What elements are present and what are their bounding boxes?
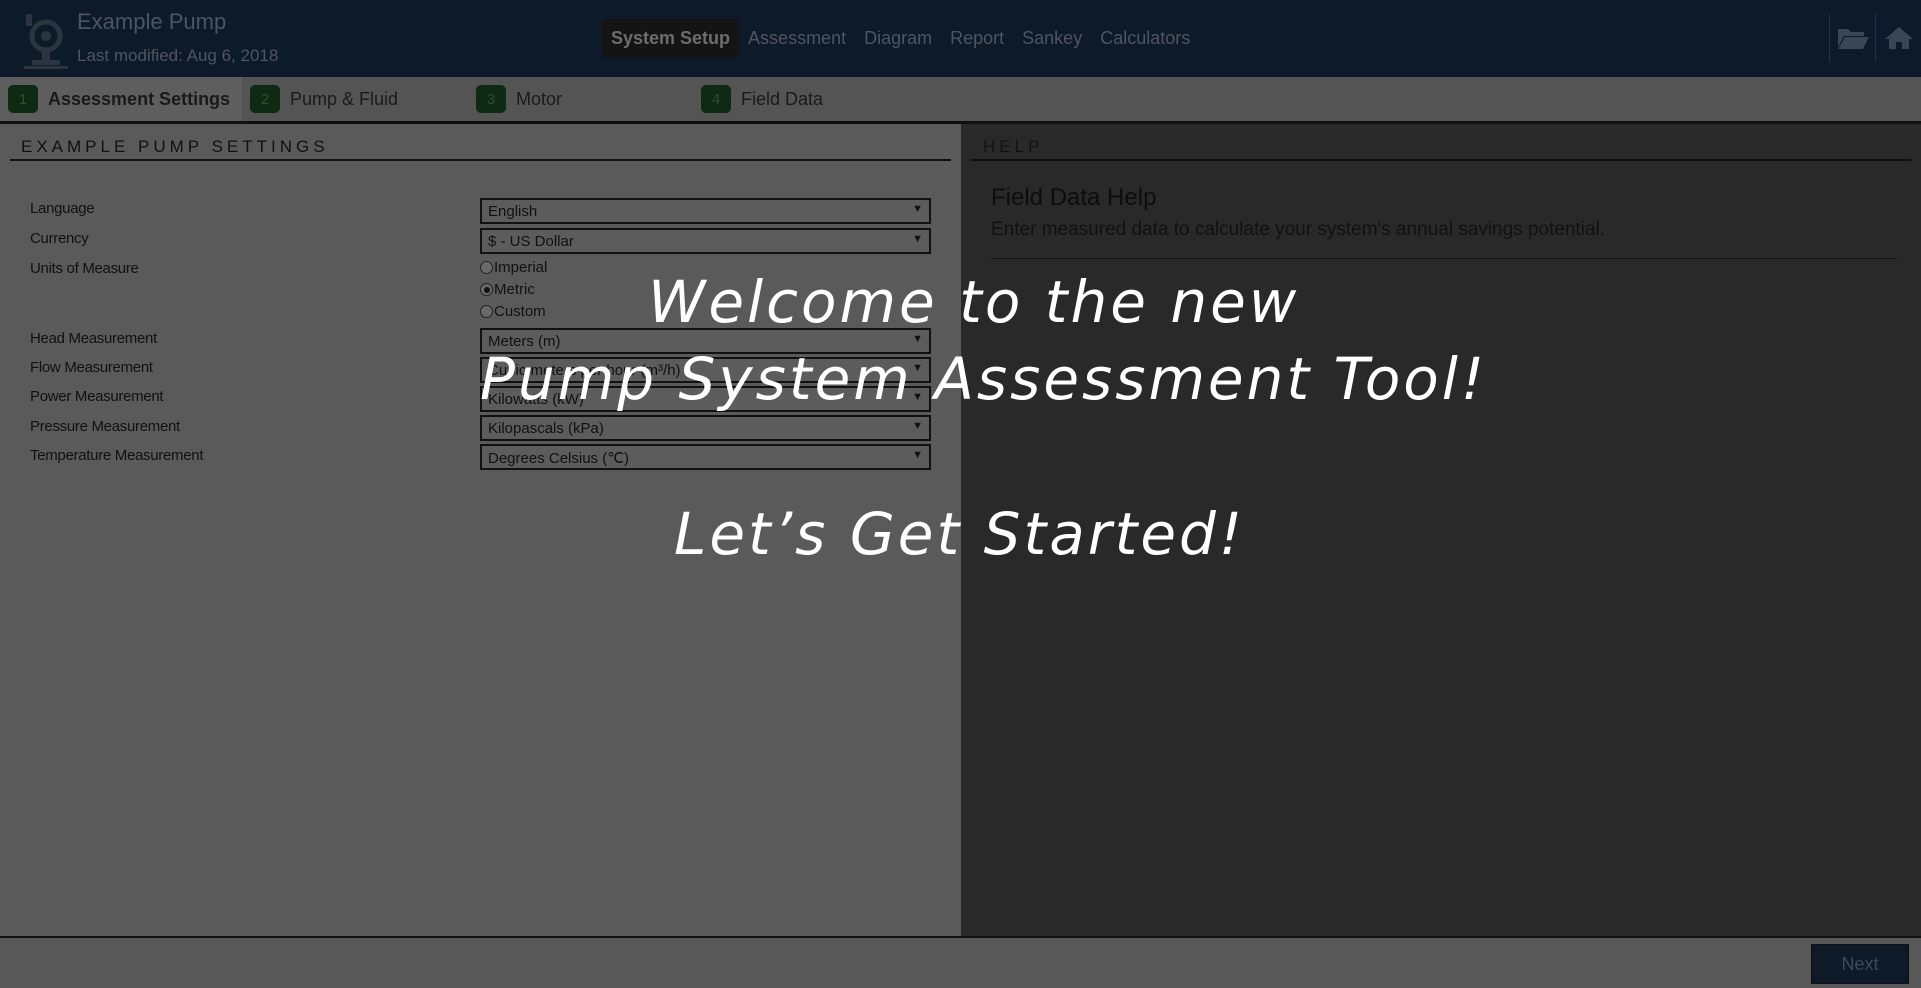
dropdown-arrow-icon: ▼ (912, 233, 923, 245)
dropdown-arrow-icon: ▼ (912, 203, 923, 215)
last-modified-text: Last modified: Aug 6, 2018 (77, 46, 279, 65)
pressure-select[interactable]: Kilopascals (kPa) ▼ (480, 415, 931, 441)
radio-label: Custom (494, 303, 546, 320)
header-actions (1829, 14, 1921, 62)
language-value: English (488, 203, 538, 220)
nav-system-setup[interactable]: System Setup (602, 19, 740, 57)
next-button[interactable]: Next (1811, 944, 1909, 984)
main-nav: System Setup Assessment Diagram Report S… (602, 19, 1199, 57)
power-value: Kilowatts (kW) (488, 391, 584, 408)
dropdown-arrow-icon: ▼ (912, 362, 923, 374)
settings-panel: EXAMPLE PUMP SETTINGS Language English ▼… (0, 124, 961, 936)
help-divider (991, 258, 1897, 259)
nav-calculators[interactable]: Calculators (1091, 19, 1199, 57)
radio-custom[interactable] (480, 305, 493, 318)
flow-select[interactable]: Cubic meters per hour (m³/h) ▼ (480, 357, 931, 383)
head-value: Meters (m) (488, 333, 561, 350)
pressure-value: Kilopascals (kPa) (488, 420, 604, 437)
step-label: Field Data (741, 88, 824, 109)
units-option-imperial[interactable]: Imperial (480, 259, 547, 276)
app-header: Example Pump Last modified: Aug 6, 2018 … (0, 0, 1921, 77)
language-select[interactable]: English ▼ (480, 198, 931, 224)
step-number: 2 (250, 85, 280, 113)
head-label: Head Measurement (30, 330, 157, 347)
head-select[interactable]: Meters (m) ▼ (480, 328, 931, 354)
home-icon[interactable] (1875, 14, 1921, 62)
currency-select[interactable]: $ - US Dollar ▼ (480, 228, 931, 254)
temperature-label: Temperature Measurement (30, 447, 204, 464)
step-number: 3 (476, 85, 506, 113)
assessment-title: Example Pump (77, 9, 227, 34)
step-assessment-settings[interactable]: 1 Assessment Settings (0, 77, 242, 121)
step-label: Motor (516, 88, 563, 109)
dropdown-arrow-icon: ▼ (912, 449, 923, 461)
flow-value: Cubic meters per hour (m³/h) (488, 362, 681, 379)
help-panel: HELP Field Data Help Enter measured data… (961, 124, 1921, 936)
folder-open-icon[interactable] (1829, 14, 1875, 62)
step-field-data[interactable]: 4 Field Data (701, 77, 921, 121)
dropdown-arrow-icon: ▼ (912, 391, 923, 403)
step-motor[interactable]: 3 Motor (476, 77, 696, 121)
nav-sankey[interactable]: Sankey (1013, 19, 1091, 57)
step-label: Pump & Fluid (290, 88, 399, 109)
nav-diagram[interactable]: Diagram (855, 19, 941, 57)
help-title: Field Data Help (991, 184, 1157, 211)
dropdown-arrow-icon: ▼ (912, 333, 923, 345)
help-text: Enter measured data to calculate your sy… (991, 219, 1606, 240)
settings-heading: EXAMPLE PUMP SETTINGS (21, 137, 329, 156)
radio-imperial[interactable] (480, 261, 493, 274)
currency-value: $ - US Dollar (488, 233, 574, 250)
step-number: 4 (701, 85, 731, 113)
temperature-select[interactable]: Degrees Celsius (℃) ▼ (480, 444, 931, 470)
radio-metric[interactable] (480, 283, 493, 296)
language-label: Language (30, 200, 95, 217)
currency-label: Currency (30, 230, 89, 247)
power-select[interactable]: Kilowatts (kW) ▼ (480, 386, 931, 412)
step-pump-fluid[interactable]: 2 Pump & Fluid (250, 77, 470, 121)
dropdown-arrow-icon: ▼ (912, 420, 923, 432)
pump-logo-icon (18, 6, 74, 72)
nav-assessment[interactable]: Assessment (739, 19, 855, 57)
radio-label: Imperial (494, 259, 548, 276)
radio-label: Metric (494, 281, 535, 298)
help-heading: HELP (983, 137, 1044, 156)
nav-report[interactable]: Report (941, 19, 1013, 57)
footer-bar: Next (0, 936, 1921, 988)
step-label: Assessment Settings (48, 88, 231, 109)
power-label: Power Measurement (30, 388, 164, 405)
setup-steps: 1 Assessment Settings 2 Pump & Fluid 3 M… (0, 77, 1921, 124)
pressure-label: Pressure Measurement (30, 418, 180, 435)
units-option-metric[interactable]: Metric (480, 281, 535, 298)
temperature-value: Degrees Celsius (℃) (488, 450, 630, 467)
heading-divider (10, 159, 951, 161)
units-option-custom[interactable]: Custom (480, 303, 546, 320)
flow-label: Flow Measurement (30, 359, 153, 376)
step-number: 1 (8, 85, 38, 113)
heading-divider (971, 159, 1911, 161)
units-label: Units of Measure (30, 260, 139, 277)
